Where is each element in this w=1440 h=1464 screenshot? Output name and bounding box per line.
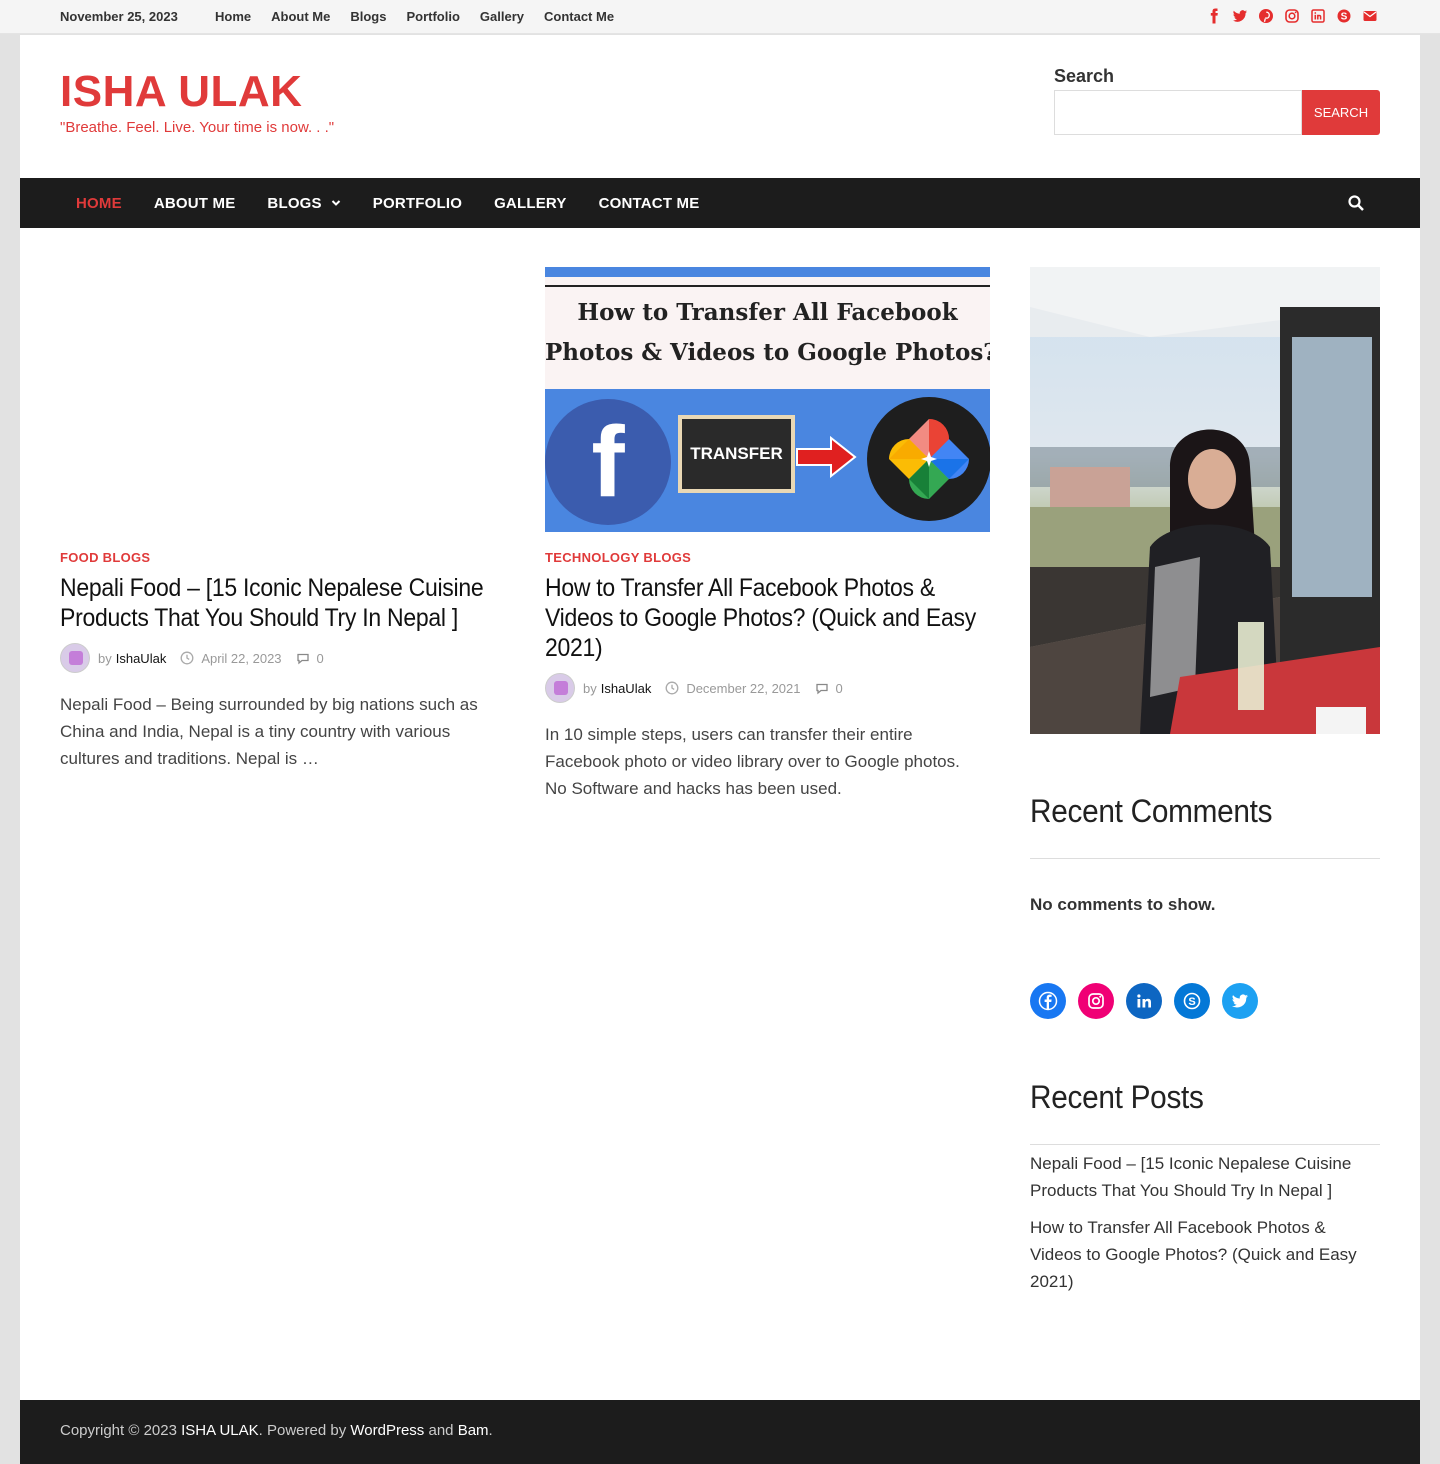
- clock-icon: [665, 681, 679, 695]
- site-footer: Copyright © 2023 ISHA ULAK. Powered by W…: [20, 1400, 1420, 1464]
- post-title[interactable]: Nepali Food – [15 Iconic Nepalese Cuisin…: [60, 573, 500, 633]
- current-date: November 25, 2023: [60, 9, 178, 24]
- widget-divider: [1030, 858, 1380, 859]
- banner-divider: [545, 285, 990, 287]
- clock-icon: [180, 651, 194, 665]
- nav-item-home[interactable]: HOME: [76, 195, 122, 212]
- search-label: Search: [1054, 66, 1115, 86]
- footer-site-link[interactable]: ISHA ULAK: [181, 1422, 259, 1439]
- nav-item-about-me[interactable]: ABOUT ME: [154, 195, 236, 212]
- thumbnail-heading-line-1: How to Transfer All Facebook: [577, 299, 958, 326]
- nav-item-gallery[interactable]: GALLERY: [494, 195, 567, 212]
- nav-item-portfolio[interactable]: PORTFOLIO: [373, 195, 462, 212]
- nav-item-blogs[interactable]: BLOGS: [267, 195, 340, 212]
- top-nav-contact-me[interactable]: Contact Me: [544, 9, 614, 24]
- comment-icon: [815, 683, 828, 695]
- linkedin-icon[interactable]: [1126, 983, 1162, 1019]
- powered-by-label: . Powered by: [258, 1422, 351, 1439]
- page-container: ISHA ULAK "Breathe. Feel. Live. Your tim…: [20, 35, 1420, 1400]
- facebook-icon[interactable]: [1030, 983, 1066, 1019]
- theme-link[interactable]: Bam: [458, 1422, 489, 1439]
- avatar: [60, 643, 90, 673]
- profile-photo: [1030, 267, 1380, 734]
- google-photos-logo-icon: [867, 397, 990, 521]
- recent-posts-title: Recent Posts: [1030, 1079, 1204, 1115]
- post-excerpt: In 10 simple steps, users can transfer t…: [545, 725, 960, 798]
- recent-post-link[interactable]: Nepali Food – [15 Iconic Nepalese Cuisin…: [1030, 1150, 1370, 1204]
- and-label: and: [424, 1422, 458, 1439]
- site-title[interactable]: ISHA ULAK: [60, 67, 302, 117]
- wordpress-link[interactable]: WordPress: [350, 1422, 424, 1439]
- top-nav-home[interactable]: Home: [215, 9, 251, 24]
- top-bar: November 25, 2023 Home About Me Blogs Po…: [0, 0, 1440, 34]
- skype-icon[interactable]: S: [1174, 983, 1210, 1019]
- post-comment-count[interactable]: 0: [317, 651, 324, 666]
- twitter-icon[interactable]: [1232, 8, 1248, 24]
- skype-icon[interactable]: S: [1336, 8, 1352, 24]
- post-comment-count[interactable]: 0: [836, 681, 843, 696]
- thumbnail-banner: How to Transfer All Facebook Photos & Vi…: [545, 277, 990, 389]
- copyright-text: Copyright © 2023 ISHA ULAK. Powered by W…: [60, 1422, 493, 1439]
- copyright-suffix: .: [488, 1422, 493, 1439]
- post-date[interactable]: December 22, 2021: [686, 681, 800, 696]
- copyright-prefix: Copyright © 2023: [60, 1422, 182, 1439]
- top-nav: Home About Me Blogs Portfolio Gallery Co…: [215, 9, 634, 24]
- facebook-logo-icon: f: [545, 399, 671, 525]
- post-thumbnail[interactable]: [60, 267, 505, 532]
- post-author[interactable]: IshaUlak: [116, 651, 167, 666]
- site-tagline: "Breathe. Feel. Live. Your time is now. …: [60, 119, 335, 136]
- svg-text:S: S: [1341, 12, 1348, 23]
- transfer-board: TRANSFER: [678, 415, 795, 493]
- top-nav-blogs[interactable]: Blogs: [350, 9, 386, 24]
- recent-comments-title: Recent Comments: [1030, 793, 1273, 829]
- nav-item-contact-me[interactable]: CONTACT ME: [599, 195, 700, 212]
- instagram-icon[interactable]: [1284, 8, 1300, 24]
- post-date[interactable]: April 22, 2023: [201, 651, 281, 666]
- avatar: [545, 673, 575, 703]
- email-icon[interactable]: [1362, 8, 1378, 24]
- post-by-label: by: [98, 650, 112, 666]
- comment-icon: [296, 653, 309, 665]
- widget-divider: [1030, 1144, 1380, 1145]
- search-icon[interactable]: [1347, 194, 1365, 212]
- pinterest-icon[interactable]: [1258, 8, 1274, 24]
- recent-post-link[interactable]: How to Transfer All Facebook Photos & Vi…: [1030, 1214, 1370, 1295]
- arrow-right-icon: [796, 435, 857, 479]
- post-author[interactable]: IshaUlak: [601, 681, 652, 696]
- twitter-icon[interactable]: [1222, 983, 1258, 1019]
- linkedin-icon[interactable]: [1310, 8, 1326, 24]
- post-meta: by IshaUlak April 22, 2023 0: [60, 643, 324, 673]
- post-meta: by IshaUlak December 22, 2021 0: [545, 673, 843, 703]
- post-by-label: by: [583, 680, 597, 696]
- post-category[interactable]: FOOD BLOGS: [60, 550, 150, 565]
- top-nav-portfolio[interactable]: Portfolio: [406, 9, 459, 24]
- search-button[interactable]: SEARCH: [1302, 90, 1380, 135]
- nav-item-blogs-label: BLOGS: [267, 194, 322, 212]
- instagram-icon[interactable]: [1078, 983, 1114, 1019]
- post-title[interactable]: How to Transfer All Facebook Photos & Vi…: [545, 573, 985, 663]
- post-thumbnail[interactable]: How to Transfer All Facebook Photos & Vi…: [545, 267, 990, 532]
- top-social-links: S: [1196, 8, 1378, 24]
- post-excerpt: Nepali Food – Being surrounded by big na…: [60, 695, 478, 768]
- chevron-down-icon: [331, 200, 340, 206]
- search-input[interactable]: [1054, 90, 1302, 135]
- facebook-icon[interactable]: [1206, 8, 1222, 24]
- sidebar-social-links: S: [1030, 983, 1270, 1019]
- no-comments-text: No comments to show.: [1030, 895, 1216, 914]
- top-nav-about-me[interactable]: About Me: [271, 9, 330, 24]
- top-nav-gallery[interactable]: Gallery: [480, 9, 524, 24]
- svg-text:S: S: [1188, 996, 1195, 1008]
- main-nav: HOME ABOUT ME BLOGS PORTFOLIO GALLERY CO…: [20, 178, 1420, 228]
- post-category[interactable]: TECHNOLOGY BLOGS: [545, 550, 691, 565]
- thumbnail-heading-line-2: Photos & Videos to Google Photos?: [545, 339, 990, 366]
